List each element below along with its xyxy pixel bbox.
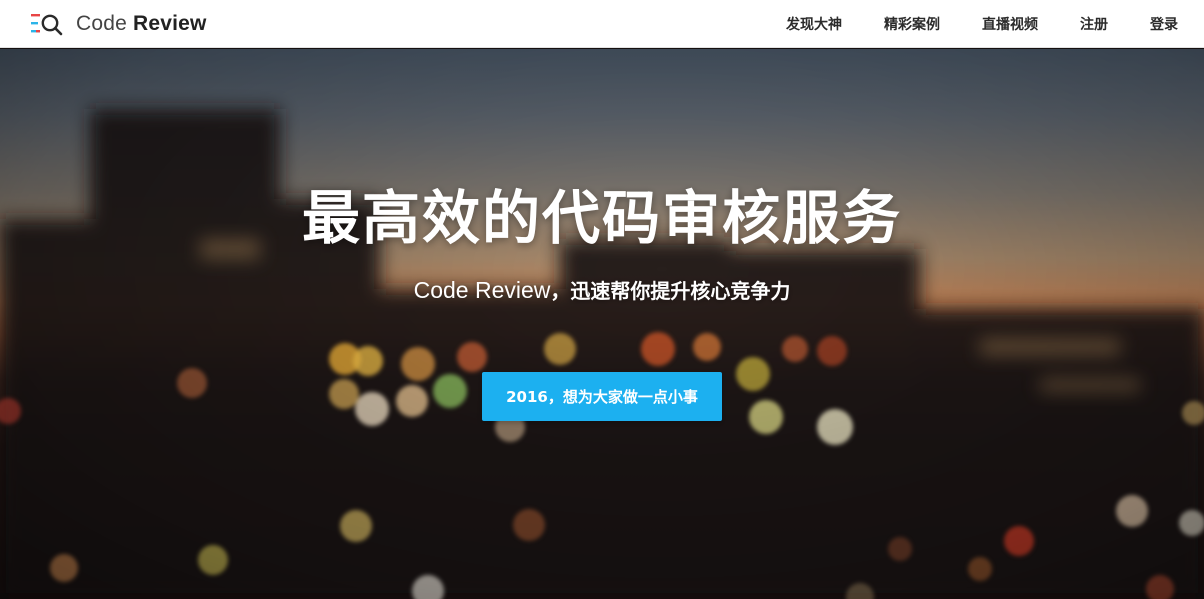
brand-name-light: Code bbox=[76, 11, 128, 35]
hero-subtitle-chinese: ，迅速帮你提升核心竞争力 bbox=[550, 279, 791, 303]
nav-link-featured-cases[interactable]: 精彩案例 bbox=[884, 14, 940, 34]
cta-button[interactable]: 2016，想为大家做一点小事 bbox=[482, 372, 722, 421]
brand-name-bold: Review bbox=[133, 11, 207, 35]
hero-subtitle: Code Review ，迅速帮你提升核心竞争力 bbox=[414, 275, 791, 304]
nav-link-login[interactable]: 登录 bbox=[1150, 14, 1178, 34]
nav-link-discover-experts[interactable]: 发现大神 bbox=[786, 14, 842, 34]
magnifier-lines-logo-icon bbox=[31, 13, 63, 35]
hero-subtitle-english: Code Review bbox=[413, 277, 551, 303]
brand-logo[interactable]: Code Review bbox=[30, 11, 207, 37]
hero-title: 最高效的代码审核服务 bbox=[301, 184, 902, 252]
main-nav: 发现大神 精彩案例 直播视频 注册 登录 bbox=[786, 14, 1178, 34]
nav-link-live-videos[interactable]: 直播视频 bbox=[982, 14, 1038, 34]
hero-banner: 最高效的代码审核服务 Code Review ，迅速帮你提升核心竞争力 2016，… bbox=[0, 49, 1204, 599]
brand-name: Code Review bbox=[76, 12, 207, 36]
hero-content: 最高效的代码审核服务 Code Review ，迅速帮你提升核心竞争力 2016，… bbox=[0, 49, 1204, 599]
nav-link-register[interactable]: 注册 bbox=[1080, 14, 1108, 34]
top-navbar: Code Review 发现大神 精彩案例 直播视频 注册 登录 bbox=[0, 0, 1204, 48]
